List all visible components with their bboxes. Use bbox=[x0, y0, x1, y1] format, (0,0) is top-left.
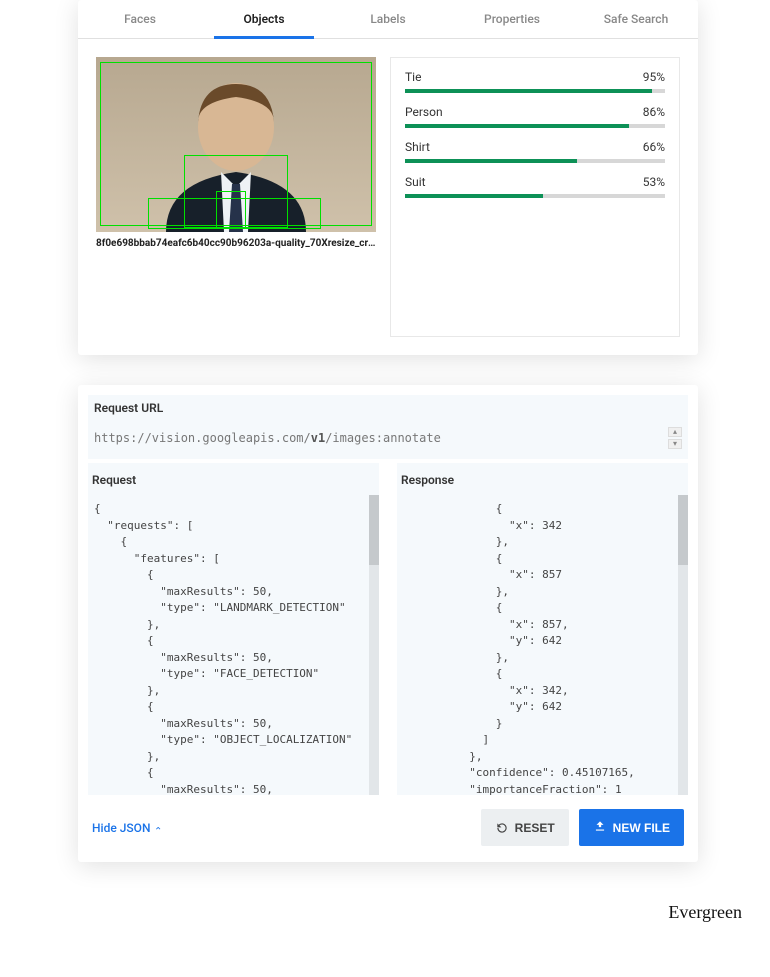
response-label: Response bbox=[397, 463, 688, 495]
hide-json-link[interactable]: Hide JSON⌄ bbox=[92, 821, 163, 835]
detection-label: Tie bbox=[405, 70, 421, 84]
bounding-box bbox=[148, 198, 321, 229]
scrollbar-thumb[interactable] bbox=[369, 495, 379, 565]
detection-row: Suit 53% bbox=[405, 175, 665, 198]
tabs: Faces Objects Labels Properties Safe Sea… bbox=[78, 0, 698, 39]
stepper-down-icon[interactable]: ▾ bbox=[668, 439, 682, 449]
results-card: Faces Objects Labels Properties Safe Sea… bbox=[78, 0, 698, 355]
stepper-up-icon[interactable]: ▴ bbox=[668, 427, 682, 437]
request-json[interactable]: { "requests": [ { "features": [ { "maxRe… bbox=[88, 495, 379, 795]
tab-objects[interactable]: Objects bbox=[202, 0, 326, 38]
detection-row: Person 86% bbox=[405, 105, 665, 128]
tab-faces[interactable]: Faces bbox=[78, 0, 202, 38]
reset-button[interactable]: RESET bbox=[481, 809, 569, 846]
request-url: https://vision.googleapis.com/v1/images:… bbox=[94, 431, 668, 445]
tab-safe-search[interactable]: Safe Search bbox=[574, 0, 698, 38]
detection-label: Shirt bbox=[405, 140, 430, 154]
request-label: Request bbox=[88, 463, 379, 495]
chevron-up-icon: ⌄ bbox=[154, 824, 162, 835]
detection-pct: 66% bbox=[643, 140, 665, 154]
request-url-label: Request URL bbox=[88, 395, 688, 423]
confidence-bar bbox=[405, 89, 665, 93]
scrollbar-thumb[interactable] bbox=[678, 495, 688, 565]
confidence-bar bbox=[405, 194, 665, 198]
detection-image bbox=[96, 57, 376, 232]
detections-panel: Tie 95% Person 86% Shirt 66% Suit 53% bbox=[390, 57, 680, 337]
response-json[interactable]: { "x": 342 }, { "x": 857 }, { "x": 857, … bbox=[397, 495, 688, 795]
confidence-bar bbox=[405, 124, 665, 128]
detection-row: Shirt 66% bbox=[405, 140, 665, 163]
detection-label: Suit bbox=[405, 175, 426, 189]
detection-pct: 95% bbox=[643, 70, 665, 84]
new-file-button[interactable]: NEW FILE bbox=[579, 809, 684, 846]
detection-pct: 86% bbox=[643, 105, 665, 119]
detection-row: Tie 95% bbox=[405, 70, 665, 93]
detection-pct: 53% bbox=[643, 175, 665, 189]
confidence-bar bbox=[405, 159, 665, 163]
brand-logo: Evergreen bbox=[0, 902, 770, 943]
url-stepper[interactable]: ▴ ▾ bbox=[668, 427, 682, 449]
json-card: Request URL https://vision.googleapis.co… bbox=[78, 385, 698, 862]
tab-properties[interactable]: Properties bbox=[450, 0, 574, 38]
detection-label: Person bbox=[405, 105, 443, 119]
filename: 8f0e698bbab74eafc6b40cc90b96203a-quality… bbox=[96, 232, 376, 249]
tab-labels[interactable]: Labels bbox=[326, 0, 450, 38]
upload-icon bbox=[593, 819, 607, 836]
reload-icon bbox=[495, 821, 509, 835]
